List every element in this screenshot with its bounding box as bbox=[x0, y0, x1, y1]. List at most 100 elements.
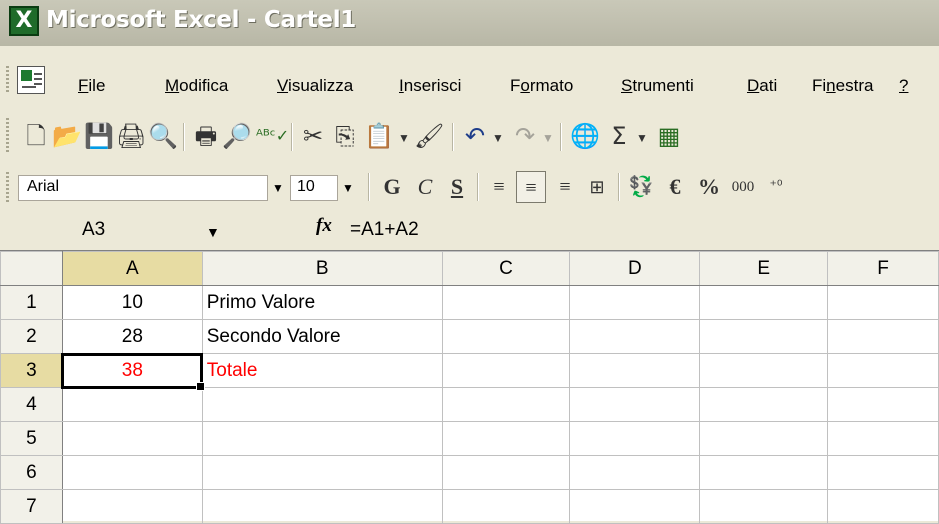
format-toolbar-grip[interactable] bbox=[6, 172, 9, 202]
menu-item-1[interactable]: Modifica bbox=[165, 76, 228, 96]
worksheet-grid[interactable]: ABCDEF 1 10 Primo Valore 2 28 Secondo Valore 3… bbox=[0, 250, 939, 524]
cell-e7[interactable] bbox=[699, 489, 829, 524]
row-header-7[interactable]: 7 bbox=[0, 489, 63, 524]
thousands-button[interactable]: 000 bbox=[728, 171, 758, 203]
cell-d5[interactable] bbox=[569, 421, 701, 456]
cell-b2[interactable]: Secondo Valore bbox=[201, 319, 443, 354]
align-center-icon[interactable]: ≡ bbox=[516, 171, 546, 203]
currency-format-icon[interactable]: 💱 bbox=[626, 171, 656, 203]
fill-handle[interactable] bbox=[196, 382, 205, 391]
excel-icon[interactable]: X bbox=[9, 6, 39, 36]
autosum-dropdown-icon[interactable]: ▼ bbox=[636, 131, 648, 145]
row-header-4[interactable]: 4 bbox=[0, 387, 63, 422]
cell-d1[interactable] bbox=[569, 285, 701, 320]
title-bar[interactable]: X Microsoft Excel - Cartel1 bbox=[0, 0, 939, 46]
permission-icon[interactable]: 🖨 bbox=[116, 121, 146, 151]
column-header-d[interactable]: D bbox=[569, 251, 701, 286]
cell-e3[interactable] bbox=[699, 353, 829, 388]
redo-icon[interactable]: ↷ bbox=[510, 121, 540, 151]
open-icon[interactable]: 📂 bbox=[52, 121, 82, 151]
cell-d4[interactable] bbox=[569, 387, 701, 422]
cell-a2[interactable]: 28 bbox=[61, 319, 203, 354]
cell-c4[interactable] bbox=[441, 387, 571, 422]
cell-f4[interactable] bbox=[827, 387, 939, 422]
print-icon[interactable]: 🖶 bbox=[191, 121, 221, 151]
italic-button[interactable]: C bbox=[410, 171, 440, 203]
formula-input[interactable]: =A1+A2 bbox=[350, 216, 419, 244]
cell-f1[interactable] bbox=[827, 285, 939, 320]
cell-c7[interactable] bbox=[441, 489, 571, 524]
cell-e4[interactable] bbox=[699, 387, 829, 422]
cell-b6[interactable] bbox=[201, 455, 443, 490]
cell-a3[interactable]: 38 bbox=[61, 352, 204, 389]
undo-dropdown-icon[interactable]: ▼ bbox=[492, 131, 504, 145]
menu-item-8[interactable]: ? bbox=[899, 76, 908, 96]
cell-a7[interactable] bbox=[61, 489, 203, 524]
insert-function-icon[interactable]: fx bbox=[316, 215, 332, 237]
column-header-c[interactable]: C bbox=[441, 251, 571, 286]
underline-button[interactable]: S bbox=[442, 171, 472, 203]
cell-d6[interactable] bbox=[569, 455, 701, 490]
column-header-a[interactable]: A bbox=[61, 251, 203, 286]
font-size-field[interactable]: 10 bbox=[290, 175, 338, 201]
font-dropdown-icon[interactable]: ▼ bbox=[268, 175, 288, 201]
cell-b4[interactable] bbox=[201, 387, 443, 422]
redo-dropdown-icon[interactable]: ▼ bbox=[542, 131, 554, 145]
cell-e1[interactable] bbox=[699, 285, 829, 320]
undo-icon[interactable]: ↶ bbox=[460, 121, 490, 151]
toolbar-grip[interactable] bbox=[6, 118, 9, 152]
save-icon[interactable]: 💾 bbox=[84, 121, 114, 151]
name-box[interactable]: A3 bbox=[12, 216, 200, 244]
align-left-icon[interactable]: ≡ bbox=[484, 171, 514, 203]
menu-item-0[interactable]: File bbox=[78, 76, 105, 96]
menu-item-7[interactable]: Finestra bbox=[812, 76, 873, 96]
cell-d3[interactable] bbox=[569, 353, 701, 388]
hyperlink-icon[interactable]: 🌐 bbox=[570, 121, 600, 151]
increase-decimal-icon[interactable]: ⁺⁰ bbox=[766, 171, 786, 203]
percent-button[interactable]: % bbox=[694, 171, 724, 203]
cell-f5[interactable] bbox=[827, 421, 939, 456]
cell-d2[interactable] bbox=[569, 319, 701, 354]
autosum-icon[interactable]: Σ bbox=[604, 121, 634, 151]
cell-f7[interactable] bbox=[827, 489, 939, 524]
cell-d7[interactable] bbox=[569, 489, 701, 524]
name-box-dropdown-icon[interactable]: ▼ bbox=[206, 224, 220, 240]
column-header-b[interactable]: B bbox=[201, 251, 443, 286]
font-name-field[interactable]: Arial bbox=[18, 175, 268, 201]
cell-f6[interactable] bbox=[827, 455, 939, 490]
copy-icon[interactable]: ⎘ bbox=[330, 121, 360, 151]
workbook-icon[interactable] bbox=[17, 66, 45, 94]
cell-a1[interactable]: 10 bbox=[61, 285, 203, 320]
cell-b7[interactable] bbox=[201, 489, 443, 524]
row-header-2[interactable]: 2 bbox=[0, 319, 63, 354]
menubar-grip[interactable] bbox=[6, 66, 9, 94]
cell-c2[interactable] bbox=[441, 319, 571, 354]
cell-b3[interactable]: Totale bbox=[201, 353, 443, 388]
merge-center-icon[interactable]: ⊞ bbox=[582, 171, 612, 203]
paste-dropdown-icon[interactable]: ▼ bbox=[398, 131, 410, 145]
font-size-dropdown-icon[interactable]: ▼ bbox=[338, 175, 358, 201]
paste-icon[interactable]: 📋 bbox=[364, 121, 394, 151]
print-preview-icon[interactable]: 🔎 bbox=[222, 121, 252, 151]
menu-item-5[interactable]: Strumenti bbox=[621, 76, 694, 96]
align-right-icon[interactable]: ≡ bbox=[550, 171, 580, 203]
row-header-3[interactable]: 3 bbox=[0, 353, 63, 388]
cell-c1[interactable] bbox=[441, 285, 571, 320]
cell-e6[interactable] bbox=[699, 455, 829, 490]
format-painter-icon[interactable]: 🖌 bbox=[414, 121, 444, 151]
cell-b1[interactable]: Primo Valore bbox=[201, 285, 443, 320]
cell-f3[interactable] bbox=[827, 353, 939, 388]
row-header-6[interactable]: 6 bbox=[0, 455, 63, 490]
cut-icon[interactable]: ✂ bbox=[298, 121, 328, 151]
bold-button[interactable]: G bbox=[377, 171, 407, 203]
euro-button[interactable]: € bbox=[660, 171, 690, 203]
select-all-corner[interactable] bbox=[0, 251, 63, 286]
insert-table-icon[interactable]: ▦ bbox=[654, 121, 684, 151]
cell-c5[interactable] bbox=[441, 421, 571, 456]
column-header-f[interactable]: F bbox=[827, 251, 939, 286]
cell-c6[interactable] bbox=[441, 455, 571, 490]
new-icon[interactable]: 🗋 bbox=[22, 121, 50, 151]
cell-b5[interactable] bbox=[201, 421, 443, 456]
cell-f2[interactable] bbox=[827, 319, 939, 354]
menu-item-6[interactable]: Dati bbox=[747, 76, 777, 96]
